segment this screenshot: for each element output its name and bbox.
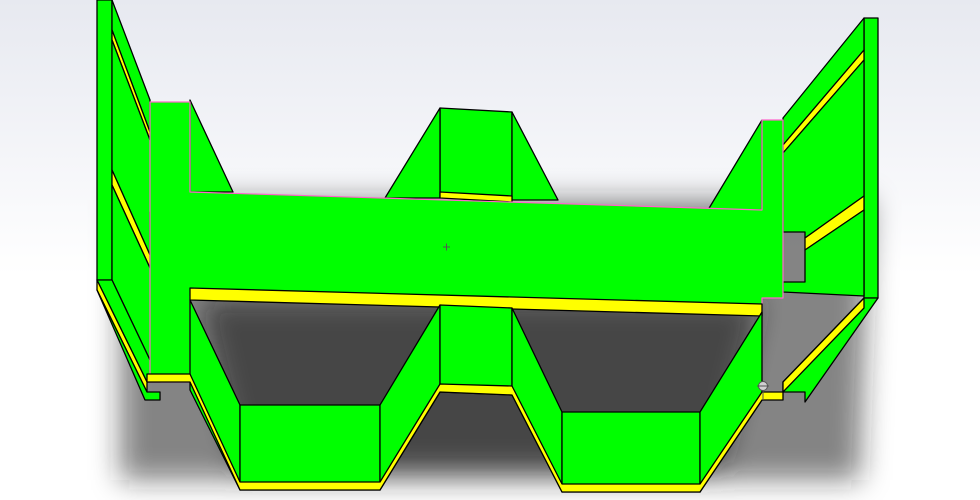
cad-graphics-viewport[interactable] <box>0 0 980 500</box>
right-top-gusset[interactable] <box>707 119 763 211</box>
top-center-tab[interactable] <box>384 107 559 203</box>
nose-bridge[interactable] <box>439 304 513 396</box>
glasses-3d-model[interactable] <box>0 0 980 500</box>
left-top-gusset[interactable] <box>189 99 234 193</box>
